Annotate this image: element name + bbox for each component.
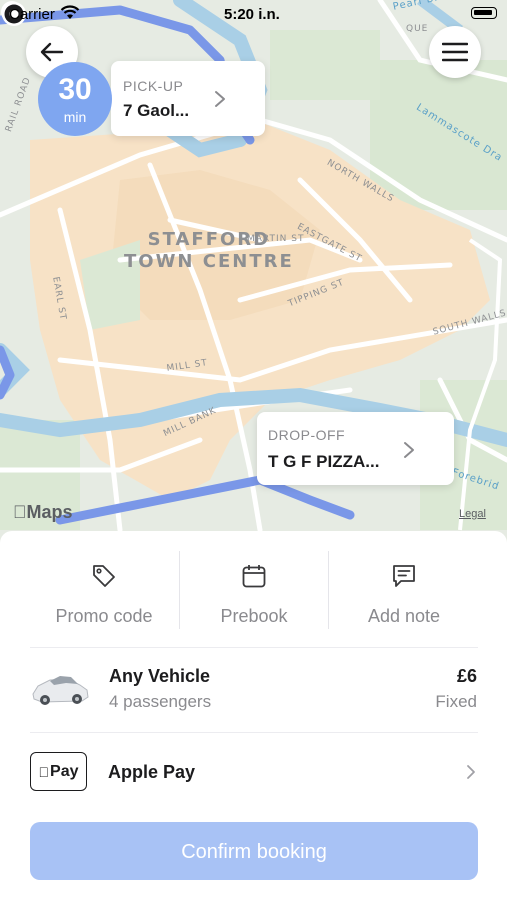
calendar-icon xyxy=(242,565,266,588)
divider xyxy=(30,732,478,733)
add-note-button[interactable]: Add note xyxy=(329,549,479,631)
back-arrow-icon xyxy=(40,42,64,62)
town-line-2: TOWN CENTRE xyxy=(124,251,294,272)
chevron-right-icon xyxy=(404,442,414,458)
chevron-right-icon xyxy=(215,91,225,107)
apple-logo-icon:  xyxy=(39,764,50,780)
status-time: 5:20 i.n. xyxy=(224,6,280,23)
legal-link[interactable]: Legal xyxy=(459,508,486,520)
divider xyxy=(30,647,478,648)
apple-pay-logo: Pay xyxy=(30,752,87,791)
payment-method: Apple Pay xyxy=(108,762,196,782)
maps-attribution: Maps xyxy=(13,502,73,523)
dropoff-caption: DROP-OFF xyxy=(268,427,346,443)
battery-icon xyxy=(471,7,497,19)
maps-brand-text: Maps xyxy=(13,502,73,522)
pickup-address: 7 Gaol... xyxy=(123,101,190,120)
vehicle-price-type: Fixed xyxy=(435,692,477,711)
street-label: MARTIN ST xyxy=(247,234,305,244)
tag-icon xyxy=(93,565,115,587)
apple-logo-icon:  xyxy=(13,502,27,522)
vehicle-price: £6 xyxy=(456,666,477,686)
confirm-booking-button[interactable]: Confirm booking xyxy=(30,822,478,880)
prebook-label: Prebook xyxy=(220,606,288,626)
promo-code-label: Promo code xyxy=(55,606,153,626)
pickup-caption: PICK-UP xyxy=(123,78,184,94)
vehicle-passengers: 4 passengers xyxy=(109,692,212,711)
message-icon xyxy=(393,565,415,587)
status-bar: Carrier 5:20 i.n. xyxy=(0,0,507,30)
carrier-label: Carrier xyxy=(9,6,55,23)
pickup-card[interactable]: PICK-UP 7 Gaol... xyxy=(111,61,265,136)
prebook-button[interactable]: Prebook xyxy=(179,549,329,631)
dropoff-address: T G F PIZZA... xyxy=(268,452,380,471)
add-note-label: Add note xyxy=(367,606,441,626)
dropoff-card[interactable]: DROP-OFF T G F PIZZA... xyxy=(257,412,454,485)
eta-unit: min xyxy=(63,109,87,125)
promo-code-button[interactable]: Promo code xyxy=(29,549,179,631)
menu-button[interactable] xyxy=(429,26,481,78)
eta-badge: 30 min xyxy=(38,62,112,136)
vehicle-name: Any Vehicle xyxy=(109,666,211,686)
wifi-icon xyxy=(60,5,80,19)
eta-value: 30 xyxy=(58,73,92,106)
hamburger-icon xyxy=(442,42,468,62)
apple-pay-logo-text: Pay xyxy=(44,762,78,780)
car-icon xyxy=(32,676,89,705)
chevron-right-icon xyxy=(467,765,475,779)
